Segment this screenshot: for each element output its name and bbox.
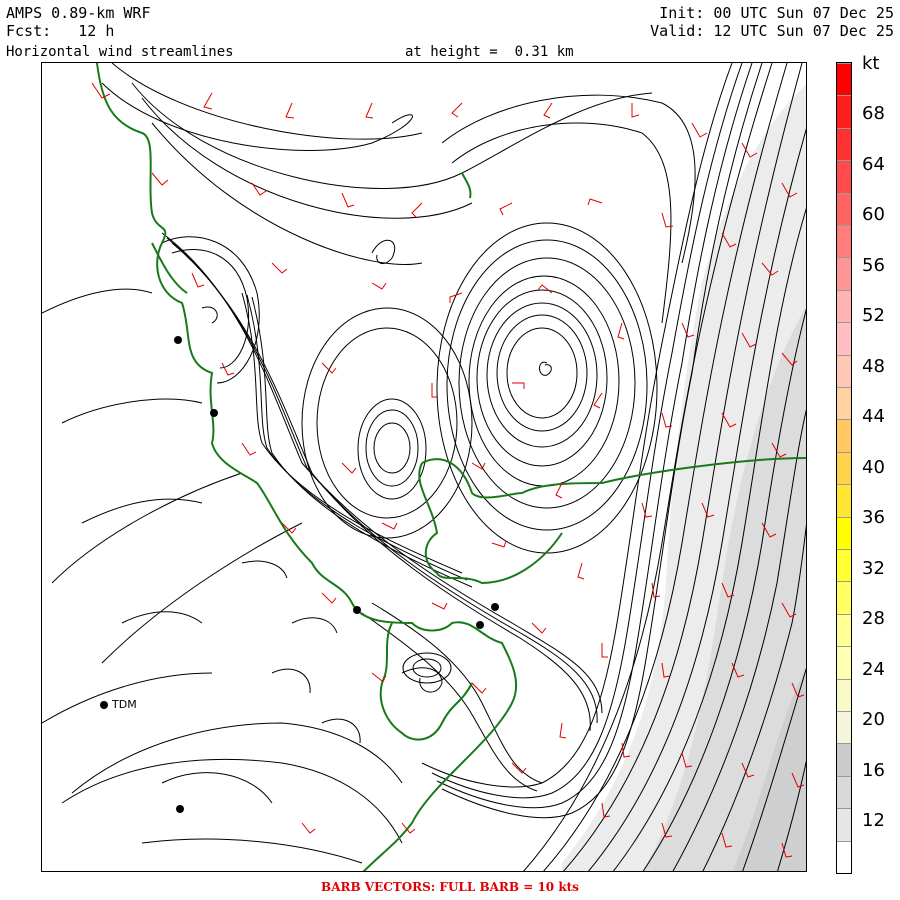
station-dot <box>353 606 361 614</box>
colorbar-segment <box>837 192 851 225</box>
colorbar-segment <box>837 160 851 193</box>
colorbar-segment <box>837 711 851 744</box>
colorbar-segment <box>837 451 851 485</box>
colorbar-segment <box>837 516 851 549</box>
colorbar-segment <box>837 581 851 614</box>
colorbar-tick-label: 68 <box>862 103 885 124</box>
station-dot <box>491 603 499 611</box>
colorbar-segment <box>837 743 851 776</box>
colorbar-tick-label: 20 <box>862 709 885 730</box>
footer-note: BARB VECTORS: FULL BARB = 10 kts <box>321 880 579 894</box>
colorbar-tick-label: 32 <box>862 557 885 579</box>
colorbar-tick-label: 40 <box>862 456 885 478</box>
colorbar-tick-label: 12 <box>862 810 885 831</box>
colorbar-segment <box>837 225 851 258</box>
colorbar-segment <box>837 613 851 647</box>
field-name: Horizontal wind streamlines <box>6 44 234 60</box>
colorbar-segment <box>837 419 851 452</box>
colorbar-tick-label: 24 <box>862 658 885 680</box>
colorbar-tick-label: 16 <box>862 759 885 781</box>
wind-speed-shading <box>562 84 806 871</box>
colorbar-segment <box>837 257 851 290</box>
station-dot <box>210 409 218 417</box>
station-label-tdm: TDM <box>112 698 137 711</box>
colorbar-segment <box>837 646 851 679</box>
colorbar-segment <box>837 354 851 387</box>
init-time: Init: 00 UTC Sun 07 Dec 25 <box>659 4 894 22</box>
station-dot <box>476 621 484 629</box>
colorbar-tick-label: 28 <box>862 608 885 629</box>
valid-time: Valid: 12 UTC Sun 07 Dec 25 <box>650 22 894 40</box>
colorbar-unit: kt <box>862 53 880 74</box>
colorbar-segment <box>837 808 851 841</box>
colorbar-segment <box>837 678 851 711</box>
streamline-map: TDM <box>41 62 807 872</box>
height-label: at height = 0.31 km <box>405 44 574 60</box>
colorbar-segment <box>837 95 851 128</box>
colorbar-segment <box>837 484 851 517</box>
colorbar-tick-label: 56 <box>862 254 885 276</box>
colorbar-segment <box>837 289 851 323</box>
colorbar-segment <box>837 127 851 161</box>
colorbar-segment <box>837 387 851 420</box>
forecast-hour: Fcst: 12 h <box>6 22 115 40</box>
colorbar-tick-label: 44 <box>862 406 885 427</box>
station-dot <box>174 336 182 344</box>
colorbar-tick-label: 48 <box>862 355 885 377</box>
station-dot-tdm <box>100 701 108 709</box>
map-canvas <box>42 63 806 871</box>
colorbar-segment <box>837 549 851 582</box>
model-title: AMPS 0.89-km WRF <box>6 4 151 22</box>
colorbar-segment <box>837 63 851 96</box>
colorbar-tick-label: 60 <box>862 204 885 225</box>
colorbar <box>836 62 852 874</box>
colorbar-segment <box>837 322 851 355</box>
colorbar-segment <box>837 775 851 809</box>
station-dot <box>176 805 184 813</box>
colorbar-segment <box>837 840 851 873</box>
colorbar-tick-label: 52 <box>862 305 885 326</box>
colorbar-tick-label: 64 <box>862 153 885 175</box>
colorbar-tick-label: 36 <box>862 507 885 528</box>
